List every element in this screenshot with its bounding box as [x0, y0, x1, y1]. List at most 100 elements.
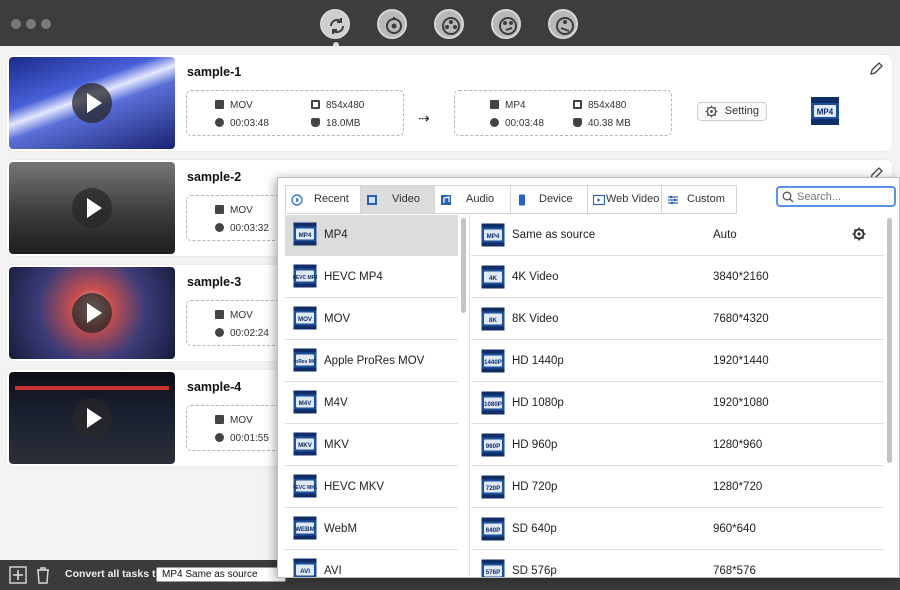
output-specs: MP4 854x480 00:03:48 40.38 MB — [454, 90, 672, 136]
source-format: MOV — [230, 100, 253, 111]
badge-text: HEVC MKV — [293, 485, 317, 491]
web-video-icon — [593, 194, 605, 206]
resolution-list: MP4 Same as source Auto 4K 4K Video 3840*2160… — [471, 215, 884, 577]
film-edit-icon — [499, 17, 517, 35]
output-size: 40.38 MB — [588, 118, 631, 129]
output-format-badge[interactable]: MP4 — [810, 96, 840, 126]
storage-icon — [311, 118, 320, 127]
close-window-button[interactable] — [11, 19, 21, 29]
format-label: WebM — [324, 523, 358, 535]
format-item[interactable]: HEVC MKV HEVC MKV — [285, 467, 458, 508]
badge-text: 1440P — [484, 359, 502, 366]
resolution-label: 8K Video — [512, 313, 559, 325]
resolution-item[interactable]: 8K 8K Video 7680*4320 — [471, 299, 884, 340]
tab-web-video[interactable]: Web Video — [587, 185, 661, 214]
video-thumbnail[interactable] — [9, 372, 175, 464]
format-badge-icon: MOV — [293, 306, 317, 330]
source-specs: MOV 854x480 00:03:48 18.0MB — [186, 90, 404, 136]
clock-icon — [215, 118, 224, 127]
video-icon — [367, 195, 377, 205]
minimize-window-button[interactable] — [26, 19, 36, 29]
format-item[interactable]: M4V M4V — [285, 383, 458, 424]
resolution-item[interactable]: 960P HD 960p 1280*960 — [471, 425, 884, 466]
search-icon — [782, 191, 794, 203]
video-thumbnail[interactable] — [9, 267, 175, 359]
tab-custom[interactable]: Custom — [661, 185, 737, 214]
convert-all-format-select[interactable]: MP4 Same as source — [156, 567, 286, 582]
format-item[interactable]: MP4 MP4 — [285, 215, 458, 256]
format-item[interactable]: ProRes MOV Apple ProRes MOV — [285, 341, 458, 382]
resolution-value: 1920*1080 — [713, 397, 769, 409]
film-icon — [215, 310, 224, 319]
format-item[interactable]: MOV MOV — [285, 299, 458, 340]
output-duration: 00:03:48 — [505, 118, 544, 129]
edit-mode-button[interactable] — [491, 9, 521, 39]
badge-text: 8K — [489, 317, 497, 324]
format-item[interactable]: WEBM WebM — [285, 509, 458, 550]
tab-audio[interactable]: Audio — [434, 185, 510, 214]
resolution-item[interactable]: 1440P HD 1440p 1920*1440 — [471, 341, 884, 382]
tab-recent[interactable]: Recent — [285, 185, 360, 214]
resolution-item[interactable]: MP4 Same as source Auto — [471, 215, 884, 256]
search-input[interactable] — [797, 189, 891, 205]
badge-text: WEBM — [295, 526, 315, 533]
zoom-window-button[interactable] — [41, 19, 51, 29]
resolution-item[interactable]: 576P SD 576p 768*576 — [471, 551, 884, 577]
badge-text: ProRes MOV — [293, 359, 317, 365]
compress-mode-button[interactable] — [377, 9, 407, 39]
play-icon[interactable] — [72, 293, 112, 333]
badge-text: 4K — [489, 275, 497, 282]
badge-text: 720P — [486, 485, 500, 492]
resolution-list-scrollbar[interactable] — [887, 218, 892, 463]
resolution-item[interactable]: 720P HD 720p 1280*720 — [471, 467, 884, 508]
play-icon[interactable] — [72, 398, 112, 438]
format-item[interactable]: AVI AVI — [285, 551, 458, 577]
format-label: AVI — [324, 565, 342, 577]
resolution-item[interactable]: 640P SD 640p 960*640 — [471, 509, 884, 550]
film-icon — [490, 100, 499, 109]
resolution-label: SD 576p — [512, 565, 557, 577]
gear-icon[interactable] — [852, 227, 866, 241]
compress-icon — [386, 17, 402, 34]
resolution-value: 7680*4320 — [713, 313, 769, 325]
download-mode-button[interactable] — [548, 9, 578, 39]
search-box[interactable] — [776, 186, 896, 207]
format-label: HEVC MP4 — [324, 271, 383, 283]
play-icon[interactable] — [72, 188, 112, 228]
format-label: M4V — [324, 397, 348, 409]
badge-text: M4V — [299, 400, 313, 407]
merge-mode-button[interactable] — [434, 9, 464, 39]
video-thumbnail[interactable] — [9, 57, 175, 149]
badge-text: 960P — [486, 443, 500, 450]
badge-text: 640P — [486, 527, 500, 534]
badge-text: MOV — [298, 316, 313, 323]
tab-video[interactable]: Video — [360, 185, 434, 214]
resolution-item[interactable]: 4K 4K Video 3840*2160 — [471, 257, 884, 298]
format-badge-icon: WEBM — [293, 516, 317, 540]
add-file-icon[interactable] — [9, 566, 27, 584]
format-list: MP4 MP4 HEVC MP4 HEVC MP4 MOV MOV ProRes MOV Ap… — [285, 215, 458, 577]
setting-button[interactable]: Setting — [697, 102, 767, 121]
tab-device[interactable]: Device — [510, 185, 587, 214]
task-card[interactable]: sample-1 MOV 854x480 00:03:48 18.0MB ⇢ M… — [7, 55, 892, 151]
task-title: sample-2 — [187, 170, 242, 184]
resolution-value: 1280*960 — [713, 439, 763, 451]
convert-mode-button[interactable] — [320, 9, 350, 39]
format-item[interactable]: HEVC MP4 HEVC MP4 — [285, 257, 458, 298]
source-duration: 00:01:55 — [230, 433, 269, 444]
format-label: MKV — [324, 439, 349, 451]
edit-pencil-icon[interactable] — [869, 61, 884, 76]
source-duration: 00:03:32 — [230, 223, 269, 234]
resolution-item[interactable]: 1080P HD 1080p 1920*1080 — [471, 383, 884, 424]
trash-icon[interactable] — [35, 566, 51, 584]
device-icon — [519, 194, 525, 206]
format-list-scrollbar[interactable] — [461, 218, 466, 313]
format-item[interactable]: MKV MKV — [285, 425, 458, 466]
column-divider — [469, 215, 470, 577]
play-icon[interactable] — [72, 83, 112, 123]
resolution-label: HD 720p — [512, 481, 558, 493]
task-title: sample-4 — [187, 380, 242, 394]
film-icon — [215, 205, 224, 214]
format-badge-icon: MP4 — [481, 223, 505, 247]
video-thumbnail[interactable] — [9, 162, 175, 254]
